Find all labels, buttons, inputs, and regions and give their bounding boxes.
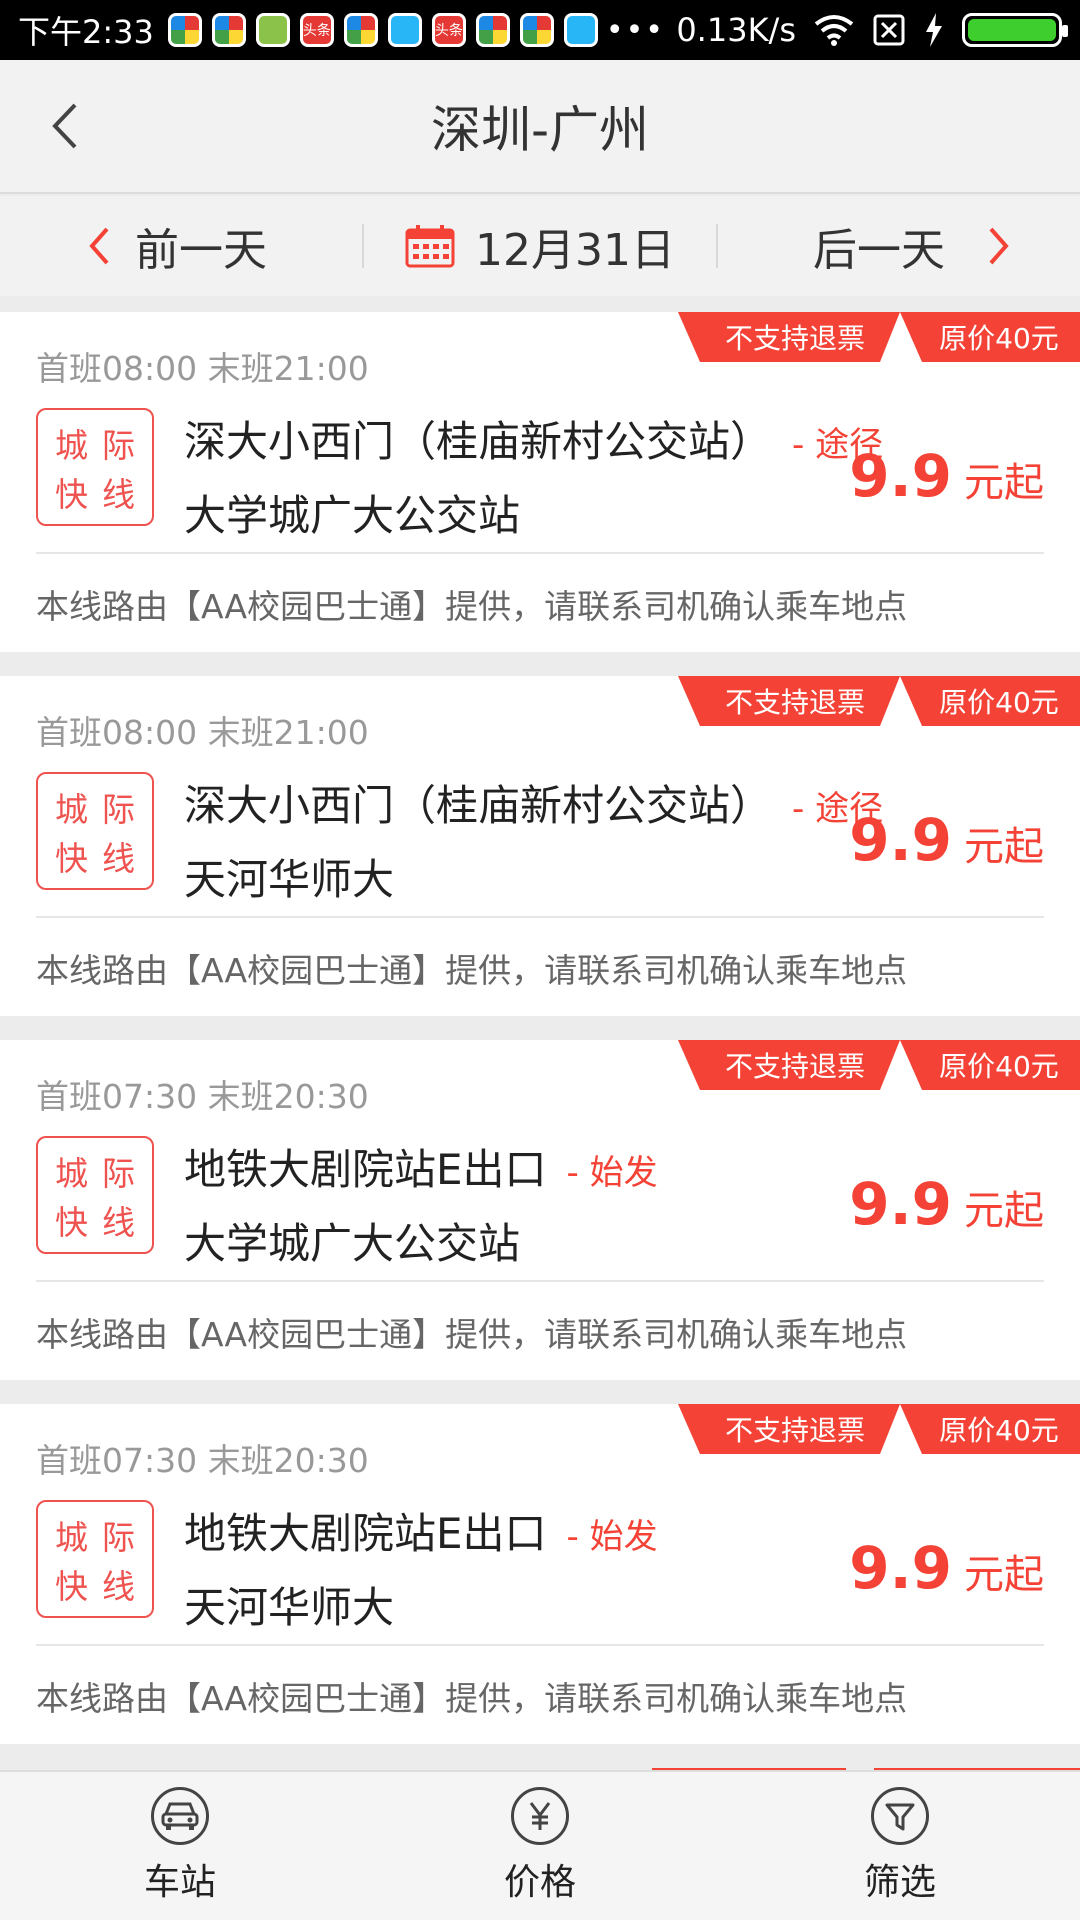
price: 9.9 元起 xyxy=(849,1534,1044,1602)
date-selector: 前一天 12月31日 后一天 xyxy=(0,196,1080,296)
bottom-tab-bar: 车站 价格 筛选 xyxy=(0,1770,1080,1920)
arrival-station: 天河华师大 xyxy=(184,1583,395,1632)
departure-name: 深大小西门（桂庙新村公交站） xyxy=(184,781,773,830)
calendar-icon xyxy=(405,225,455,268)
price-unit: 元起 xyxy=(964,1552,1044,1598)
chevron-left-icon xyxy=(89,227,109,265)
price-value: 9.9 xyxy=(849,1534,952,1602)
departure-station: 地铁大剧院站E出口 - 始发 xyxy=(184,1500,658,1561)
divider xyxy=(36,1280,1044,1282)
divider xyxy=(36,1644,1044,1646)
date-picker-button[interactable]: 12月31日 xyxy=(362,224,718,276)
divider xyxy=(36,916,1044,918)
route-card[interactable]: 不支持退票 原价40元 首班07:30 末班20:30 城际 快线 地铁大剧院站… xyxy=(0,1404,1080,1744)
schedule-times: 首班08:00 末班21:00 xyxy=(36,713,369,752)
route-card[interactable]: 不支持退票 原价40元 首班07:30 末班20:30 城际 快线 地铁大剧院站… xyxy=(0,1040,1080,1380)
no-refund-tag: 不支持退票 xyxy=(678,676,900,726)
previous-day-button[interactable]: 前一天 xyxy=(0,196,362,296)
route-list: 不支持退票 原价40元 首班08:00 末班21:00 城际 快线 深大小西门（… xyxy=(0,312,1080,1768)
arrival-station: 天河华师大 xyxy=(184,855,395,904)
route-card[interactable]: 不支持退票 原价40元 首班08:00 末班21:00 城际 快线 深大小西门（… xyxy=(0,312,1080,652)
divider xyxy=(36,552,1044,554)
provider-note: 本线路由【AA校园巴士通】提供，请联系司机确认乘车地点 xyxy=(36,951,908,990)
tab-label: 价格 xyxy=(503,1862,576,1903)
network-speed: 0.13K/s xyxy=(676,11,796,49)
more-notifications-icon: ••• xyxy=(605,12,665,48)
sim-off-icon xyxy=(873,14,905,46)
tab-price[interactable]: 价格 xyxy=(360,1772,720,1920)
no-refund-tag: 不支持退票 xyxy=(678,1404,900,1454)
schedule-times: 首班07:30 末班20:30 xyxy=(36,1441,369,1480)
battery-app-notification-icon xyxy=(255,13,290,47)
back-button[interactable] xyxy=(34,96,94,156)
top-header: 深圳-广州 xyxy=(0,60,1080,194)
price-value: 9.9 xyxy=(849,442,952,510)
arrival-station: 大学城广大公交站 xyxy=(184,491,521,540)
previous-day-label: 前一天 xyxy=(135,225,267,276)
notification-icons: 头条 头条 xyxy=(167,13,598,47)
news-notification-icon: 头条 xyxy=(299,13,334,47)
intercity-express-badge: 城际 快线 xyxy=(36,408,154,526)
schedule-times: 首班08:00 末班21:00 xyxy=(36,349,369,388)
price-unit: 元起 xyxy=(964,460,1044,506)
stop-type-tag: - 始发 xyxy=(566,1153,658,1193)
departure-station: 地铁大剧院站E出口 - 始发 xyxy=(184,1136,658,1197)
original-price-tag: 原价40元 xyxy=(900,1040,1080,1090)
page-title: 深圳-广州 xyxy=(430,101,650,159)
chevron-left-icon xyxy=(52,103,77,149)
departure-station: 深大小西门（桂庙新村公交站） - 途径 xyxy=(184,408,883,469)
filter-icon xyxy=(871,1787,929,1845)
price: 9.9 元起 xyxy=(849,1170,1044,1238)
original-price-tag: 原价40元 xyxy=(900,1404,1080,1454)
current-date: 12月31日 xyxy=(475,225,675,276)
price-value: 9.9 xyxy=(849,806,952,874)
app-notification-icon xyxy=(167,13,202,47)
tab-label: 筛选 xyxy=(863,1862,936,1903)
provider-note: 本线路由【AA校园巴士通】提供，请联系司机确认乘车地点 xyxy=(36,587,908,626)
intercity-express-badge: 城际 快线 xyxy=(36,1500,154,1618)
no-refund-tag: 不支持退票 xyxy=(678,1040,900,1090)
tab-station[interactable]: 车站 xyxy=(0,1772,360,1920)
provider-note: 本线路由【AA校园巴士通】提供，请联系司机确认乘车地点 xyxy=(36,1315,908,1354)
price: 9.9 元起 xyxy=(849,806,1044,874)
no-refund-tag: 不支持退票 xyxy=(678,312,900,362)
route-card[interactable]: 不支持退票 原价40元 首班08:00 末班21:00 城际 快线 深大小西门（… xyxy=(0,676,1080,1016)
original-price-tag: 原价40元 xyxy=(900,312,1080,362)
departure-name: 地铁大剧院站E出口 xyxy=(184,1145,547,1194)
next-day-label: 后一天 xyxy=(813,225,945,276)
status-bar: 下午2:33 头条 头条 ••• 0.13K/s xyxy=(0,0,1080,60)
intercity-express-badge: 城际 快线 xyxy=(36,772,154,890)
browser-notification-icon xyxy=(387,13,422,47)
schedule-times: 首班07:30 末班20:30 xyxy=(36,1077,369,1116)
price-unit: 元起 xyxy=(964,824,1044,870)
stop-type-tag: - 始发 xyxy=(566,1517,658,1557)
price: 9.9 元起 xyxy=(849,442,1044,510)
app-notification-icon xyxy=(475,13,510,47)
chevron-right-icon xyxy=(989,227,1009,265)
original-price-tag: 原价40元 xyxy=(900,676,1080,726)
yuan-icon xyxy=(511,1787,569,1845)
next-day-button[interactable]: 后一天 xyxy=(718,196,1080,296)
status-time: 下午2:33 xyxy=(18,13,154,51)
battery-icon xyxy=(962,13,1068,47)
tab-filter[interactable]: 筛选 xyxy=(720,1772,1080,1920)
browser-notification-icon xyxy=(563,13,598,47)
departure-name: 深大小西门（桂庙新村公交站） xyxy=(184,417,773,466)
app-notification-icon xyxy=(211,13,246,47)
arrival-station: 大学城广大公交站 xyxy=(184,1219,521,1268)
app-notification-icon xyxy=(343,13,378,47)
price-unit: 元起 xyxy=(964,1188,1044,1234)
departure-name: 地铁大剧院站E出口 xyxy=(184,1509,547,1558)
car-icon xyxy=(151,1787,209,1845)
departure-station: 深大小西门（桂庙新村公交站） - 途径 xyxy=(184,772,883,833)
wifi-icon xyxy=(814,15,854,46)
charging-icon xyxy=(926,13,942,47)
tab-label: 车站 xyxy=(143,1862,216,1903)
provider-note: 本线路由【AA校园巴士通】提供，请联系司机确认乘车地点 xyxy=(36,1679,908,1718)
news-notification-icon: 头条 xyxy=(431,13,466,47)
price-value: 9.9 xyxy=(849,1170,952,1238)
app-notification-icon xyxy=(519,13,554,47)
intercity-express-badge: 城际 快线 xyxy=(36,1136,154,1254)
